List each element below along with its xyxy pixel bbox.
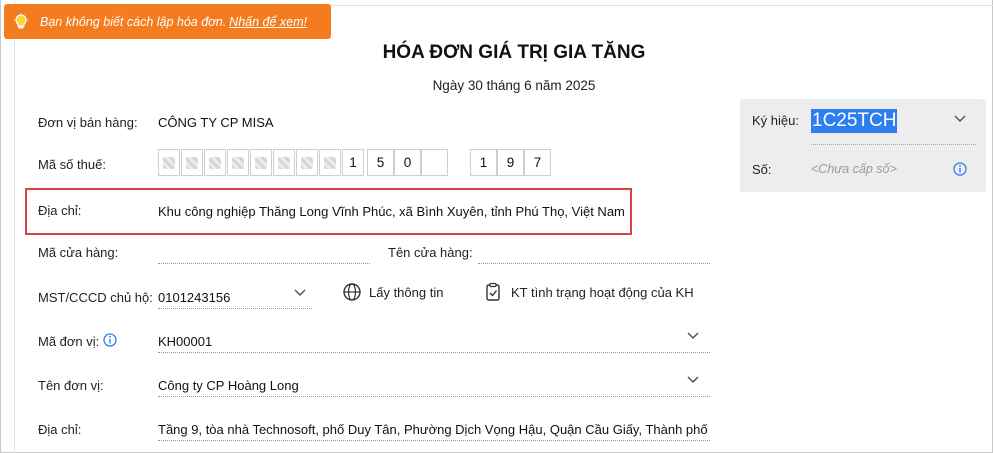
seller-address-label: Địa chỉ: bbox=[38, 203, 82, 218]
buyer-address-label: Địa chỉ: bbox=[38, 422, 82, 437]
tax-digit-box[interactable] bbox=[296, 149, 318, 176]
number-value: <Chưa cấp số> bbox=[811, 162, 897, 176]
globe-icon bbox=[343, 283, 361, 301]
blurred-digit bbox=[232, 156, 244, 169]
chevron-down-icon[interactable] bbox=[953, 114, 967, 124]
tax-digit: 1 bbox=[479, 155, 488, 170]
chevron-down-icon[interactable] bbox=[293, 288, 307, 298]
chevron-down-icon[interactable] bbox=[686, 331, 700, 341]
blurred-digit bbox=[301, 156, 313, 169]
blurred-digit bbox=[278, 156, 290, 169]
tax-digit-box[interactable]: 7 bbox=[524, 149, 551, 176]
mst-underline bbox=[158, 308, 312, 309]
tax-digit: 0 bbox=[403, 155, 412, 170]
lookup-label: Lấy thông tin bbox=[369, 284, 444, 300]
tip-text: Bạn không biết cách lập hóa đơn. bbox=[40, 14, 227, 29]
tip-banner: Bạn không biết cách lập hóa đơn. Nhấn để… bbox=[4, 4, 331, 39]
invoice-date: Ngày 30 tháng 6 năm 2025 bbox=[432, 78, 596, 93]
unit-code-underline bbox=[158, 352, 710, 353]
left-border bbox=[14, 0, 15, 453]
buyer-address-input[interactable]: Tầng 9, tòa nhà Technosoft, phố Duy Tân,… bbox=[158, 422, 710, 437]
tax-digit-box[interactable] bbox=[421, 149, 448, 176]
seller-address-value: Khu công nghiệp Thăng Long Vĩnh Phúc, xã… bbox=[158, 204, 625, 219]
unit-name-label: Tên đơn vị: bbox=[38, 378, 104, 393]
tax-digit-box[interactable] bbox=[227, 149, 249, 176]
tax-digit-box[interactable]: 9 bbox=[497, 149, 524, 176]
mst-input[interactable]: 0101243156 bbox=[158, 290, 230, 305]
tax-digit-box[interactable]: 1 bbox=[342, 149, 364, 176]
blurred-digit bbox=[163, 156, 175, 169]
store-name-label: Tên cửa hàng: bbox=[388, 245, 473, 260]
blurred-digit bbox=[324, 156, 336, 169]
symbol-select[interactable]: 1C25TCH bbox=[811, 109, 898, 133]
tax-digit-box[interactable] bbox=[319, 149, 341, 176]
blurred-digit bbox=[186, 156, 198, 169]
unit-name-underline bbox=[158, 396, 710, 397]
tax-digit: 5 bbox=[376, 155, 385, 170]
store-code-input[interactable] bbox=[158, 263, 370, 264]
check-status-label: KT tình trạng hoạt động của KH bbox=[511, 284, 694, 300]
tax-digit-box[interactable] bbox=[250, 149, 272, 176]
tax-digit: 9 bbox=[506, 155, 515, 170]
seller-unit-label: Đơn vị bán hàng: bbox=[38, 115, 138, 130]
tax-digit-box[interactable]: 0 bbox=[394, 149, 421, 176]
invoice-title: HÓA ĐƠN GIÁ TRỊ GIA TĂNG bbox=[382, 42, 646, 63]
invoice-symbol-panel: Ký hiệu: 1C25TCH Số: <Chưa cấp số> bbox=[740, 99, 986, 192]
symbol-underline bbox=[811, 144, 976, 145]
check-status-button[interactable]: KT tình trạng hoạt động của KH bbox=[484, 282, 694, 302]
tax-digit-box[interactable]: 1 bbox=[470, 149, 497, 176]
symbol-label: Ký hiệu: bbox=[752, 113, 799, 128]
seller-tax-label: Mã số thuế: bbox=[38, 157, 106, 172]
unit-code-label: Mã đơn vị: bbox=[38, 334, 100, 349]
store-code-label: Mã cửa hàng: bbox=[38, 245, 119, 260]
tax-digit: 1 bbox=[349, 155, 357, 170]
store-name-input[interactable] bbox=[478, 263, 710, 264]
info-icon[interactable] bbox=[953, 162, 967, 176]
clipboard-check-icon bbox=[486, 282, 500, 301]
lightbulb-icon bbox=[12, 13, 30, 31]
blurred-digit bbox=[209, 156, 221, 169]
chevron-down-icon[interactable] bbox=[686, 375, 700, 385]
blurred-digit bbox=[255, 156, 267, 169]
tax-digit-box[interactable] bbox=[204, 149, 226, 176]
tax-digit-box[interactable] bbox=[273, 149, 295, 176]
unit-name-input[interactable]: Công ty CP Hoàng Long bbox=[158, 378, 299, 393]
mst-label: MST/CCCD chủ hộ: bbox=[38, 290, 153, 305]
tax-digit: 7 bbox=[533, 155, 542, 170]
unit-code-input[interactable]: KH00001 bbox=[158, 334, 212, 349]
buyer-address-underline bbox=[158, 440, 710, 441]
tax-digit-box[interactable]: 5 bbox=[367, 149, 394, 176]
seller-unit-value: CÔNG TY CP MISA bbox=[158, 115, 274, 130]
lookup-button[interactable]: Lấy thông tin bbox=[342, 282, 443, 302]
tax-digit-box[interactable] bbox=[158, 149, 180, 176]
tax-digit-box[interactable] bbox=[181, 149, 203, 176]
tip-link[interactable]: Nhấn để xem! bbox=[229, 15, 307, 29]
number-label: Số: bbox=[752, 162, 772, 177]
info-icon[interactable] bbox=[103, 333, 117, 347]
